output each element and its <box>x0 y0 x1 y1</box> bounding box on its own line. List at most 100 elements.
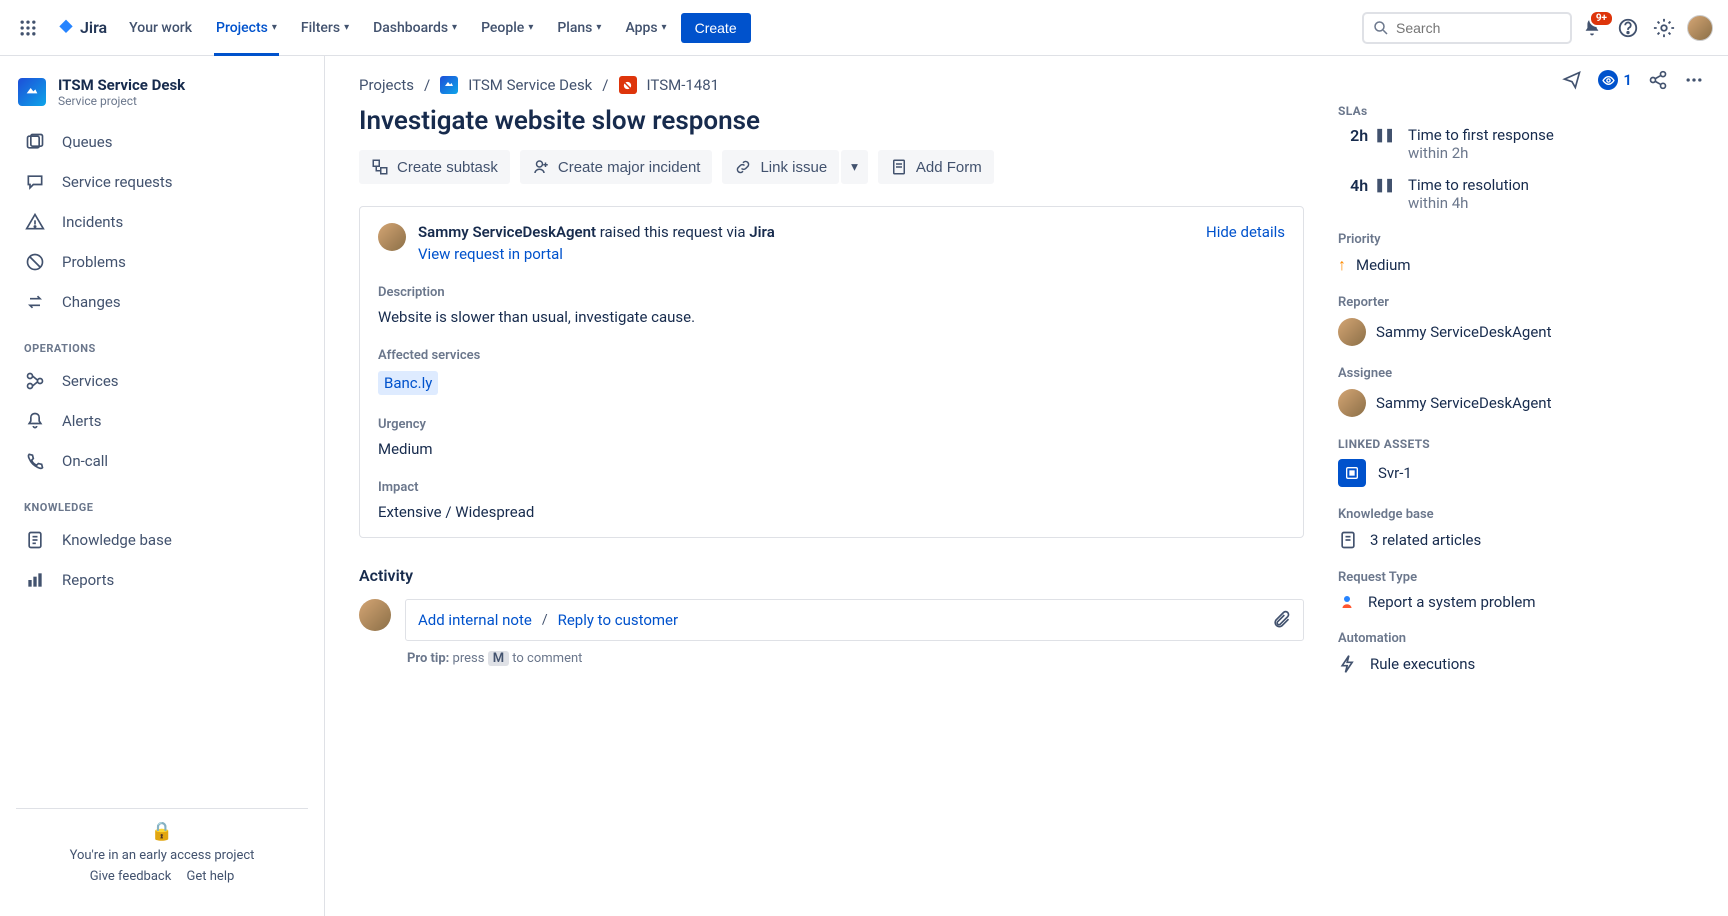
create-major-incident-button[interactable]: Create major incident <box>520 150 713 184</box>
sidebar-item-problems[interactable]: Problems <box>10 242 314 282</box>
nav-dashboards[interactable]: Dashboards▾ <box>363 0 467 56</box>
search-box[interactable] <box>1362 12 1572 44</box>
chevron-down-icon: ▾ <box>528 22 533 33</box>
breadcrumb-projects[interactable]: Projects <box>359 76 414 94</box>
feedback-icon[interactable] <box>1562 70 1582 90</box>
attachment-icon[interactable] <box>1271 610 1291 630</box>
affected-service-link[interactable]: Banc.ly <box>378 371 438 395</box>
affected-services-label: Affected services <box>378 348 1285 363</box>
impact-label: Impact <box>378 480 1285 495</box>
app-switcher-icon[interactable] <box>12 12 44 44</box>
chevron-down-icon: ▾ <box>662 22 667 33</box>
chevron-down-icon: ▾ <box>452 22 457 33</box>
help-icon[interactable] <box>1612 12 1644 44</box>
impact-value[interactable]: Extensive / Widespread <box>378 503 1285 521</box>
sidebar-item-reports[interactable]: Reports <box>10 560 314 600</box>
sidebar-item-queues[interactable]: Queues <box>10 122 314 162</box>
reporter-avatar <box>378 223 406 251</box>
request-type-field[interactable]: Report a system problem <box>1338 593 1704 611</box>
breadcrumb-project[interactable]: ITSM Service Desk <box>468 76 592 94</box>
sidebar: ITSM Service Desk Service project Queues… <box>0 56 325 916</box>
sla-resolution[interactable]: 4h❚❚ Time to resolutionwithin 4h <box>1338 176 1704 212</box>
reply-to-customer-link[interactable]: Reply to customer <box>558 611 679 629</box>
knowledge-base-label: Knowledge base <box>1338 507 1704 522</box>
services-icon <box>24 371 46 391</box>
notifications-icon[interactable]: 9+ <box>1576 12 1608 44</box>
description-value[interactable]: Website is slower than usual, investigat… <box>378 308 1285 326</box>
link-issue-button[interactable]: Link issue <box>722 150 839 184</box>
problem-icon <box>24 252 46 272</box>
create-subtask-button[interactable]: Create subtask <box>359 150 510 184</box>
project-header[interactable]: ITSM Service Desk Service project <box>10 76 314 122</box>
project-type: Service project <box>58 94 185 108</box>
form-icon <box>890 158 908 176</box>
jira-logo[interactable]: Jira <box>48 18 115 38</box>
nav-people[interactable]: People▾ <box>471 0 543 56</box>
nav-apps[interactable]: Apps▾ <box>615 0 676 56</box>
nav-your-work[interactable]: Your work <box>119 0 202 56</box>
sidebar-item-service-requests[interactable]: Service requests <box>10 162 314 202</box>
create-button[interactable]: Create <box>681 13 751 43</box>
request-reporter: Sammy ServiceDeskAgent <box>418 223 596 241</box>
watch-icon[interactable] <box>1598 70 1618 90</box>
activity-header: Activity <box>359 566 1304 585</box>
sidebar-item-alerts[interactable]: Alerts <box>10 401 314 441</box>
incident-plus-icon <box>532 158 550 176</box>
subtask-icon <box>371 158 389 176</box>
priority-field[interactable]: ↑ Medium <box>1338 255 1704 275</box>
early-access-text: You're in an early access project <box>28 848 296 863</box>
nav-projects[interactable]: Projects▾ <box>206 0 287 56</box>
issue-title[interactable]: Investigate website slow response <box>359 106 1304 136</box>
nav-plans[interactable]: Plans▾ <box>547 0 611 56</box>
pro-tip: Pro tip: press M to comment <box>407 651 1304 666</box>
reporter-field[interactable]: Sammy ServiceDeskAgent <box>1338 318 1704 346</box>
current-user-avatar <box>359 599 391 631</box>
linked-asset[interactable]: Svr-1 <box>1338 459 1704 487</box>
asset-icon <box>1338 459 1366 487</box>
changes-icon <box>24 292 46 312</box>
sidebar-item-oncall[interactable]: On-call <box>10 441 314 481</box>
automation-rule-executions[interactable]: Rule executions <box>1338 654 1704 674</box>
right-panel: 1 SLAs 2h❚❚ Time to first responsewithin… <box>1338 56 1728 916</box>
add-internal-note-link[interactable]: Add internal note <box>418 611 532 629</box>
search-input[interactable] <box>1396 20 1562 36</box>
assignee-field[interactable]: Sammy ServiceDeskAgent <box>1338 389 1704 417</box>
sla-first-response[interactable]: 2h❚❚ Time to first responsewithin 2h <box>1338 126 1704 162</box>
automation-label: Automation <box>1338 631 1704 646</box>
knowledge-base-articles[interactable]: 3 related articles <box>1338 530 1704 550</box>
knowledge-section-header: KNOWLEDGE <box>10 481 314 520</box>
lightning-icon <box>1338 654 1358 674</box>
assignee-label: Assignee <box>1338 366 1704 381</box>
view-request-portal-link[interactable]: View request in portal <box>418 245 563 263</box>
nav-filters[interactable]: Filters▾ <box>291 0 359 56</box>
avatar-image <box>1687 15 1713 41</box>
breadcrumb-issue-key[interactable]: ITSM-1481 <box>647 76 720 94</box>
profile-avatar[interactable] <box>1684 12 1716 44</box>
priority-label: Priority <box>1338 232 1704 247</box>
top-navigation: Jira Your work Projects▾ Filters▾ Dashbo… <box>0 0 1728 56</box>
get-help-link[interactable]: Get help <box>187 869 235 884</box>
more-actions-icon[interactable] <box>1684 70 1704 90</box>
share-icon[interactable] <box>1648 70 1668 90</box>
reporter-label: Reporter <box>1338 295 1704 310</box>
bell-icon <box>24 411 46 431</box>
comment-box[interactable]: Add internal note / Reply to customer <box>405 599 1304 641</box>
document-icon <box>24 530 46 550</box>
chevron-down-icon: ▾ <box>272 22 277 33</box>
settings-icon[interactable] <box>1648 12 1680 44</box>
request-details-box: Sammy ServiceDeskAgent raised this reque… <box>359 206 1304 538</box>
sidebar-item-incidents[interactable]: Incidents <box>10 202 314 242</box>
urgency-value[interactable]: Medium <box>378 440 1285 458</box>
add-form-button[interactable]: Add Form <box>878 150 994 184</box>
issue-type-icon <box>619 76 637 94</box>
sidebar-item-services[interactable]: Services <box>10 361 314 401</box>
give-feedback-link[interactable]: Give feedback <box>90 869 172 884</box>
sidebar-item-knowledge-base[interactable]: Knowledge base <box>10 520 314 560</box>
watchers-count[interactable]: 1 <box>1623 71 1632 89</box>
chevron-down-icon: ▾ <box>596 22 601 33</box>
hide-details-link[interactable]: Hide details <box>1206 223 1285 241</box>
reporter-avatar <box>1338 318 1366 346</box>
urgency-label: Urgency <box>378 417 1285 432</box>
link-issue-dropdown[interactable]: ▾ <box>841 150 868 184</box>
sidebar-item-changes[interactable]: Changes <box>10 282 314 322</box>
